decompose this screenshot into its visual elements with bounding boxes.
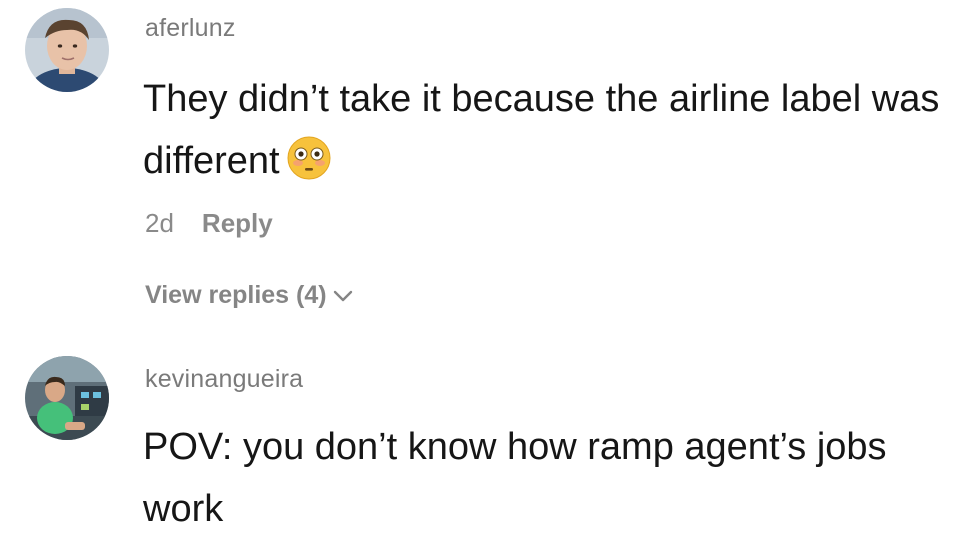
comment-username[interactable]: kevinangueira (145, 365, 303, 394)
avatar-photo (25, 8, 109, 92)
comment-meta: 2d Reply (145, 208, 273, 239)
reply-button[interactable]: Reply (202, 208, 273, 239)
comment-item: kevinangueira POV: you don’t know how ra… (0, 340, 980, 560)
avatar[interactable] (25, 8, 109, 92)
comment-item: aferlunz They didn’t take it because the… (0, 0, 980, 340)
avatar-photo (25, 356, 109, 440)
comment-username[interactable]: aferlunz (145, 14, 236, 43)
comment-text: POV: you don’t know how ramp agent’s job… (143, 426, 887, 530)
chevron-down-icon (333, 290, 352, 301)
flushed-face-emoji-icon (286, 135, 332, 181)
view-replies-button[interactable]: View replies (4) (145, 281, 353, 310)
comment-text-content: They didn’t take it because the airline … (143, 78, 940, 182)
view-replies-label: View replies (4) (145, 281, 327, 309)
comment-text: They didn’t take it because the airline … (143, 68, 963, 192)
avatar[interactable] (25, 356, 109, 440)
comment-timestamp: 2d (145, 208, 174, 238)
